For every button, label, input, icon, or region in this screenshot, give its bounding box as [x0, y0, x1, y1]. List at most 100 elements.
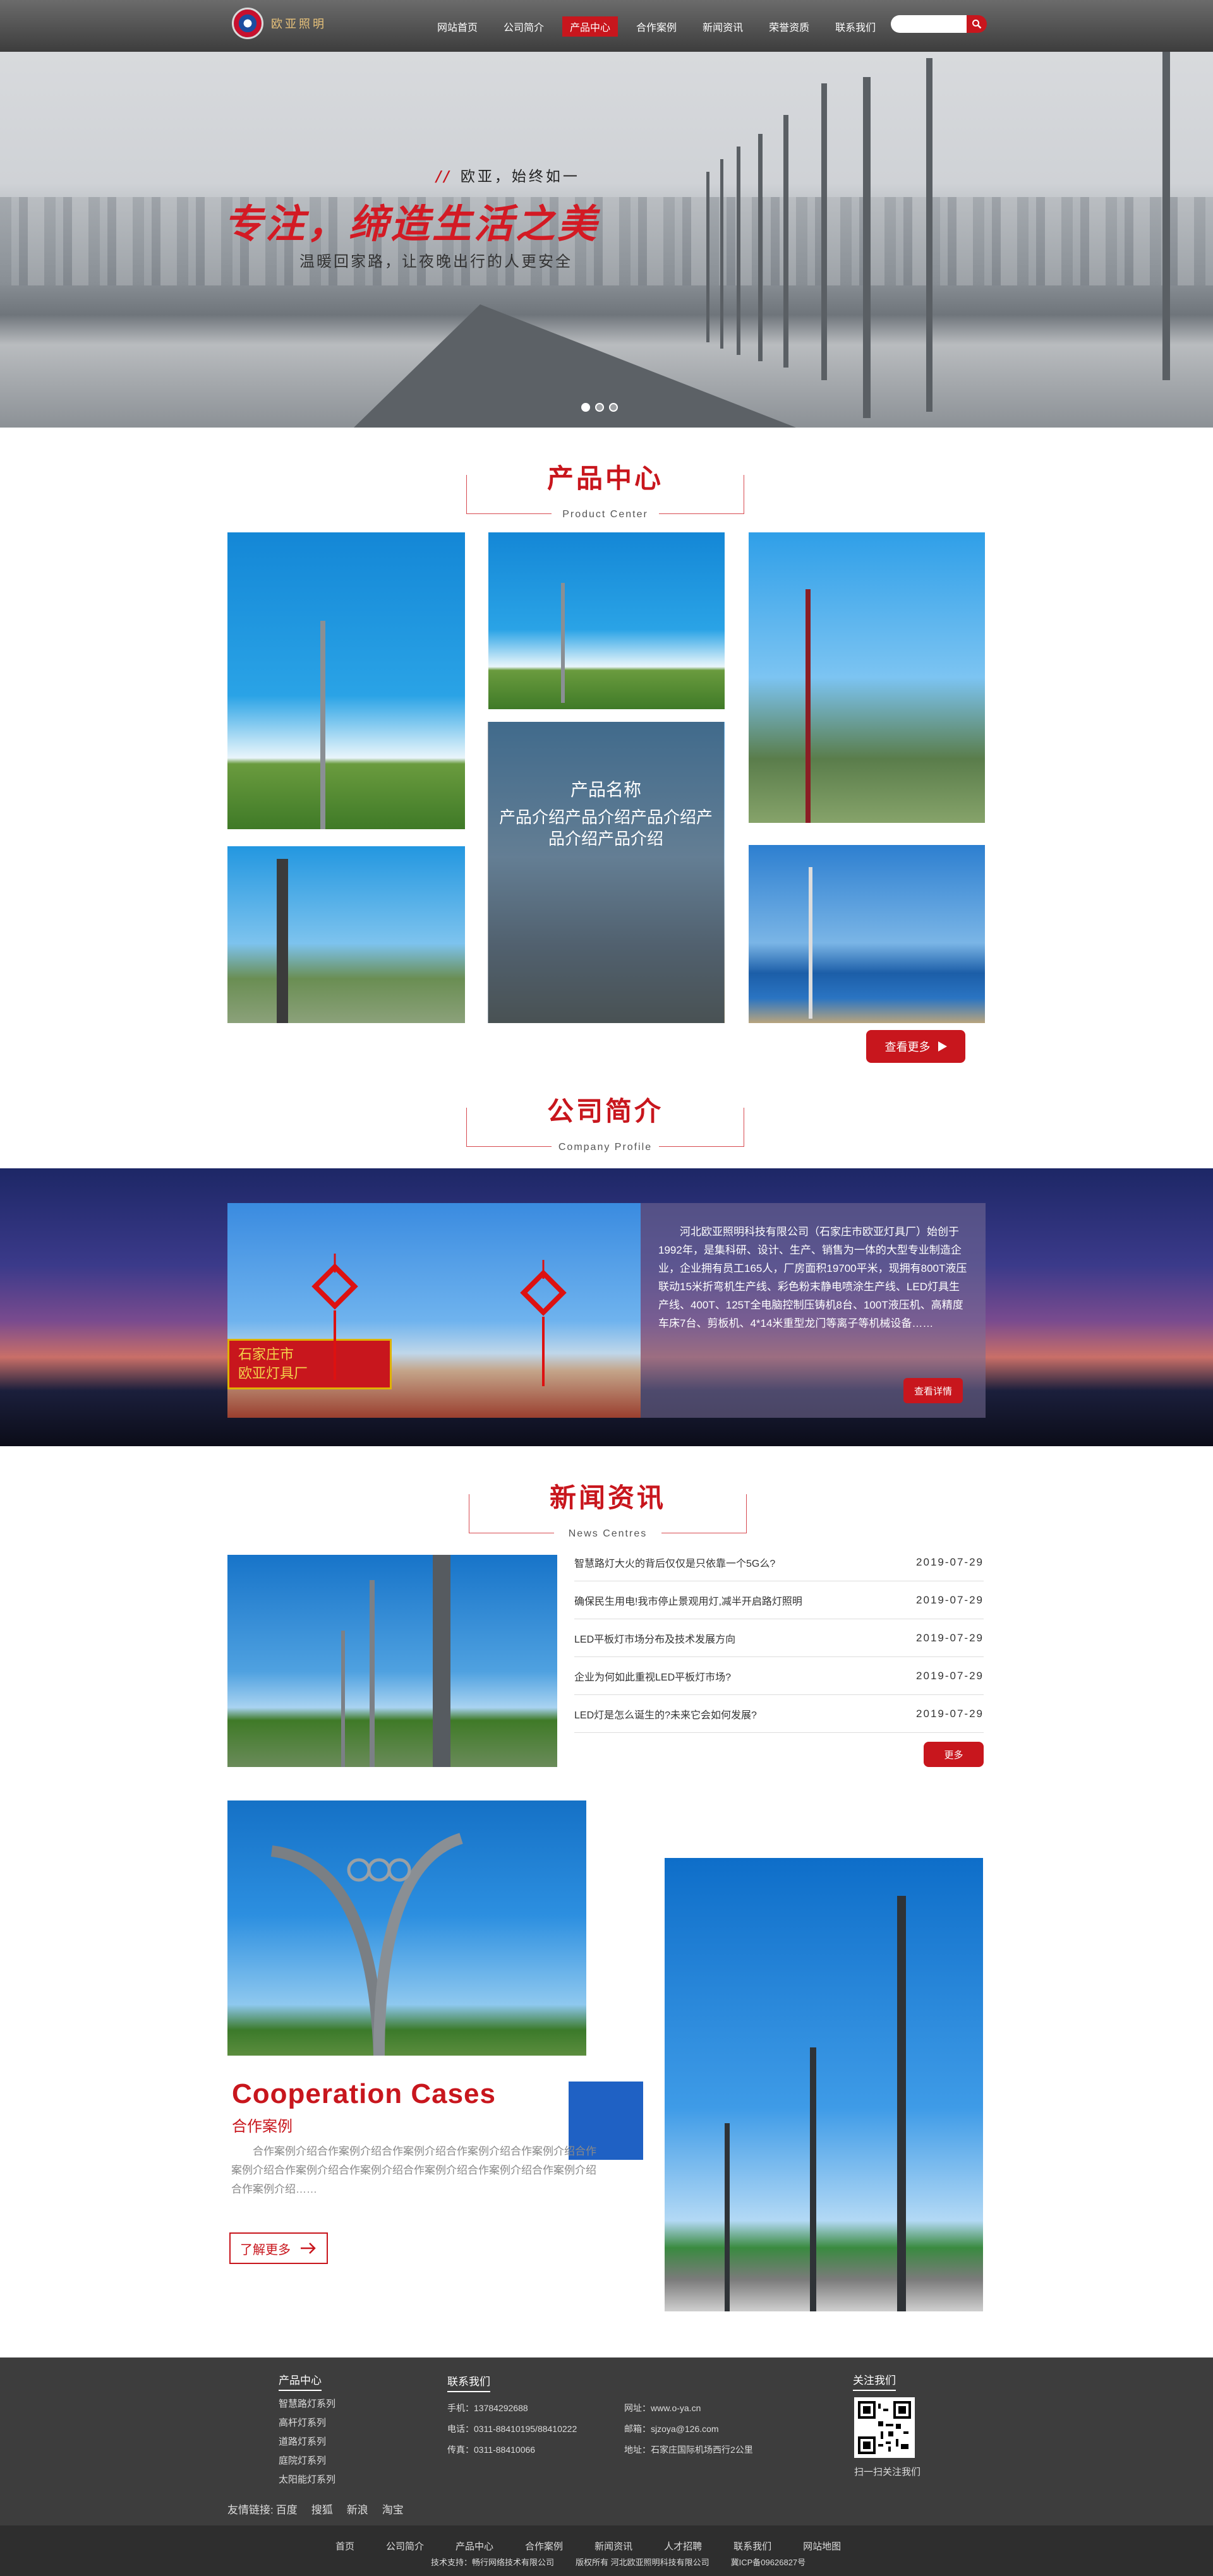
footer-nav-link[interactable]: 公司简介 — [386, 2539, 424, 2553]
footer-contact-list-2: 网址：www.o-ya.cn 邮箱：sjzoya@126.com 地址：石家庄国… — [624, 2398, 753, 2460]
logo[interactable]: 欧亚照明 — [232, 8, 327, 39]
footer-phone: 手机：13784292688 — [447, 2403, 528, 2413]
street-pole — [783, 115, 788, 368]
news-date: 2019-07-29 — [916, 1555, 984, 1568]
news-date: 2019-07-29 — [916, 1669, 984, 1682]
product-image[interactable] — [227, 846, 465, 1023]
search-icon — [972, 20, 982, 29]
street-pole — [926, 58, 932, 412]
news-image[interactable] — [227, 1555, 557, 1767]
cases-description: 合作案例介绍合作案例介绍合作案例介绍合作案例介绍合作案例介绍合作案例介绍合作案例… — [231, 2145, 596, 2195]
street-pole — [706, 172, 709, 342]
footer-nav-link[interactable]: 产品中心 — [456, 2539, 493, 2553]
chinese-knot-icon — [520, 1260, 567, 1386]
footer-nav-link[interactable]: 网站地图 — [803, 2539, 841, 2553]
footer-products-head: 产品中心 — [279, 2371, 322, 2391]
company-title-cn: 公司简介 — [536, 1090, 675, 1129]
search-bar — [891, 15, 987, 33]
news-section-title: 新闻资讯 News Centres — [469, 1477, 747, 1540]
carousel-dot[interactable] — [595, 403, 604, 412]
news-item[interactable]: 企业为何如此重视LED平板灯市场? 2019-07-29 — [574, 1657, 984, 1695]
product-more-button[interactable]: 查看更多 — [866, 1030, 965, 1063]
product-image[interactable] — [227, 532, 465, 829]
footer-product-link[interactable]: 智慧路灯系列 — [279, 2395, 335, 2414]
product-image[interactable] — [488, 532, 725, 709]
friend-link[interactable]: 百度 — [276, 2501, 298, 2517]
product-overlay-name: 产品名称 — [570, 780, 641, 800]
news-title[interactable]: LED灯是怎么诞生的?未来它会如何发展? — [574, 1706, 757, 1722]
case-image[interactable] — [665, 1858, 983, 2311]
company-more-button[interactable]: 查看详情 — [903, 1378, 963, 1403]
nav-item-news[interactable]: 新闻资讯 — [695, 16, 751, 37]
company-section-title: 公司简介 Company Profile — [466, 1090, 744, 1153]
product-more-label: 查看更多 — [884, 1041, 931, 1053]
search-input[interactable] — [891, 15, 967, 33]
nav-item-honors[interactable]: 荣誉资质 — [761, 16, 817, 37]
product-image[interactable] — [749, 532, 985, 823]
tech-support: 技术支持：畅行网络技术有限公司 — [431, 2558, 555, 2567]
news-title-en: News Centres — [554, 1528, 661, 1540]
footer-nav-link[interactable]: 新闻资讯 — [594, 2539, 632, 2553]
footer-nav-link[interactable]: 首页 — [335, 2539, 354, 2553]
cases-more-label: 了解更多 — [240, 2243, 291, 2257]
play-arrow-icon — [938, 1041, 947, 1051]
footer-product-link[interactable]: 高杆灯系列 — [279, 2414, 335, 2433]
cases-more-button[interactable]: 了解更多 — [229, 2232, 328, 2264]
logo-mark-icon — [232, 8, 263, 39]
footer-contact-head: 联系我们 — [447, 2373, 490, 2392]
nav-item-products[interactable]: 产品中心 — [562, 16, 619, 37]
carousel-dot[interactable] — [609, 403, 618, 412]
footer-fax: 传真：0311-88410066 — [447, 2445, 536, 2455]
hero-slogan: // 欧亚，始终如一 — [436, 164, 580, 186]
hero-subtitle: 温暖回家路，让夜晚出行的人更安全 — [299, 253, 572, 270]
news-item[interactable]: LED平板灯市场分布及技术发展方向 2019-07-29 — [574, 1619, 984, 1657]
icp-number[interactable]: 冀ICP备09626827号 — [731, 2556, 806, 2568]
nav-item-contact[interactable]: 联系我们 — [828, 16, 883, 37]
footer-nav-link[interactable]: 人才招聘 — [664, 2539, 702, 2553]
news-date: 2019-07-29 — [916, 1593, 984, 1606]
nav-item-company[interactable]: 公司简介 — [496, 16, 552, 37]
hero-title: 专注，缔造生活之美 — [224, 203, 600, 246]
friend-label: 友情链接: — [227, 2504, 274, 2516]
friend-link[interactable]: 淘宝 — [382, 2501, 404, 2517]
product-overlay — [488, 722, 724, 1023]
street-pole — [720, 159, 723, 349]
case-image[interactable] — [227, 1800, 586, 2056]
news-item[interactable]: 确保民生用电!我市停止景观用灯,减半开启路灯照明 2019-07-29 — [574, 1581, 984, 1619]
arrow-right-icon — [301, 2243, 316, 2254]
news-title[interactable]: 智慧路灯大火的背后仅仅是只依靠一个5G么? — [574, 1555, 775, 1570]
logo-text: 欧亚照明 — [271, 18, 327, 31]
nav-item-home[interactable]: 网站首页 — [430, 16, 485, 37]
footer-nav-link[interactable]: 联系我们 — [733, 2539, 771, 2553]
street-pole — [821, 83, 827, 380]
friend-link[interactable]: 搜狐 — [311, 2501, 333, 2517]
product-section-title: 产品中心 Product Center — [466, 457, 744, 520]
footer-contact-list: 手机：13784292688 电话：0311-88410195/88410222… — [447, 2398, 577, 2460]
search-button[interactable] — [967, 15, 987, 33]
product-image[interactable] — [749, 845, 985, 1023]
news-title[interactable]: LED平板灯市场分布及技术发展方向 — [574, 1631, 735, 1646]
footer-product-link[interactable]: 道路灯系列 — [279, 2433, 335, 2452]
qr-code-icon — [854, 2397, 915, 2458]
news-title[interactable]: 确保民生用电!我市停止景观用灯,减半开启路灯照明 — [574, 1593, 802, 1608]
news-item[interactable]: 智慧路灯大火的背后仅仅是只依靠一个5G么? 2019-07-29 — [574, 1543, 984, 1581]
footer-product-link[interactable]: 庭院灯系列 — [279, 2452, 335, 2471]
footer-product-link[interactable]: 太阳能灯系列 — [279, 2471, 335, 2489]
street-pole — [863, 77, 871, 418]
footer-product-list: 智慧路灯系列 高杆灯系列 道路灯系列 庭院灯系列 太阳能灯系列 — [279, 2395, 335, 2489]
carousel-dot[interactable] — [581, 403, 590, 412]
company-intro: 河北欧亚照明科技有限公司（石家庄市欧亚灯具厂）始创于1992年，是集科研、设计、… — [658, 1226, 967, 1329]
arched-lamp-shape — [270, 1833, 463, 2056]
nav-item-cases[interactable]: 合作案例 — [629, 16, 684, 37]
street-pole — [1162, 52, 1170, 380]
footer-email[interactable]: 邮箱：sjzoya@126.com — [624, 2419, 753, 2440]
carousel-dots — [581, 403, 618, 412]
news-title[interactable]: 企业为何如此重视LED平板灯市场? — [574, 1668, 731, 1684]
footer-nav-link[interactable]: 合作案例 — [525, 2539, 563, 2553]
news-item[interactable]: LED灯是怎么诞生的?未来它会如何发展? 2019-07-29 — [574, 1695, 984, 1733]
news-more-button[interactable]: 更多 — [924, 1742, 984, 1767]
header: 欧亚照明 网站首页 公司简介 产品中心 合作案例 新闻资讯 荣誉资质 联系我们 — [0, 0, 1213, 52]
footer-site[interactable]: 网址：www.o-ya.cn — [624, 2398, 753, 2419]
friend-link[interactable]: 新浪 — [347, 2501, 368, 2517]
news-date: 2019-07-29 — [916, 1707, 984, 1720]
